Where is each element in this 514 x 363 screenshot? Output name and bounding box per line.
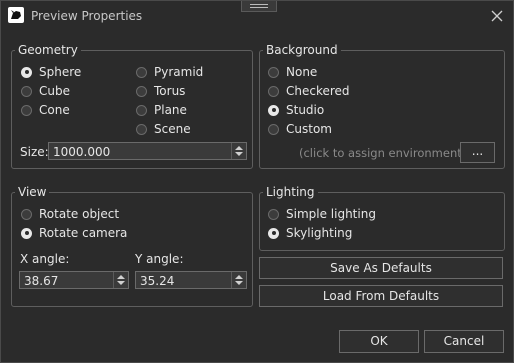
close-icon[interactable] — [487, 6, 507, 26]
radio-label: Scene — [154, 122, 191, 136]
y-angle-stepper[interactable] — [231, 272, 246, 288]
radio-studio[interactable]: Studio — [268, 102, 324, 118]
radio-label: Torus — [154, 84, 186, 98]
radio-cone[interactable]: Cone — [21, 102, 70, 118]
window-title: Preview Properties — [31, 9, 143, 23]
size-stepper[interactable] — [231, 143, 246, 159]
size-input[interactable]: 1000.000 — [48, 142, 247, 160]
radio-label: Custom — [286, 122, 332, 136]
radio-cube[interactable]: Cube — [21, 83, 70, 99]
save-as-defaults-button[interactable]: Save As Defaults — [259, 257, 503, 279]
lighting-legend: Lighting — [266, 185, 315, 199]
size-value: 1000.000 — [53, 145, 111, 159]
radio-simple-lighting[interactable]: Simple lighting — [268, 206, 376, 222]
y-angle-input[interactable]: 35.24 — [135, 271, 247, 289]
radio-plane[interactable]: Plane — [136, 102, 187, 118]
geometry-legend: Geometry — [18, 43, 78, 57]
radio-custom[interactable]: Custom — [268, 121, 332, 137]
radio-label: Checkered — [286, 84, 350, 98]
radio-label: Rotate camera — [39, 226, 128, 240]
browse-environment-button[interactable]: ... — [460, 142, 495, 163]
ok-button[interactable]: OK — [339, 330, 419, 353]
y-angle-label: Y angle: — [135, 252, 184, 266]
radio-checkered[interactable]: Checkered — [268, 83, 350, 99]
rhino-icon — [8, 7, 24, 23]
radio-none[interactable]: None — [268, 64, 317, 80]
radio-skylighting[interactable]: Skylighting — [268, 225, 352, 241]
radio-torus[interactable]: Torus — [136, 83, 185, 99]
radio-sphere[interactable]: Sphere — [21, 64, 81, 80]
x-angle-value: 38.67 — [24, 274, 59, 288]
view-legend: View — [18, 185, 47, 199]
radio-label: Pyramid — [154, 65, 204, 79]
radio-scene[interactable]: Scene — [136, 121, 191, 137]
radio-label: Cone — [39, 103, 70, 117]
radio-label: Skylighting — [286, 226, 353, 240]
background-legend: Background — [266, 43, 338, 57]
radio-label: Simple lighting — [286, 207, 376, 221]
radio-label: Plane — [154, 103, 187, 117]
assign-environment-hint[interactable]: (click to assign environment) — [299, 146, 466, 160]
title-bar: Preview Properties — [1, 1, 513, 31]
radio-pyramid[interactable]: Pyramid — [136, 64, 203, 80]
size-label: Size: — [20, 145, 49, 159]
radio-rotate-object[interactable]: Rotate object — [21, 206, 119, 222]
y-angle-value: 35.24 — [140, 274, 175, 288]
radio-rotate-camera[interactable]: Rotate camera — [21, 225, 127, 241]
radio-label: Cube — [39, 84, 70, 98]
cancel-button[interactable]: Cancel — [424, 330, 504, 353]
radio-label: Studio — [286, 103, 325, 117]
x-angle-label: X angle: — [20, 252, 70, 266]
radio-label: None — [286, 65, 318, 79]
preview-properties-dialog: Preview Properties Geometry Sphere Cube … — [0, 0, 514, 363]
x-angle-stepper[interactable] — [113, 272, 128, 288]
radio-label: Rotate object — [39, 207, 120, 221]
drag-handle[interactable] — [241, 1, 277, 12]
radio-label: Sphere — [39, 65, 82, 79]
x-angle-input[interactable]: 38.67 — [19, 271, 129, 289]
load-from-defaults-button[interactable]: Load From Defaults — [259, 285, 503, 307]
